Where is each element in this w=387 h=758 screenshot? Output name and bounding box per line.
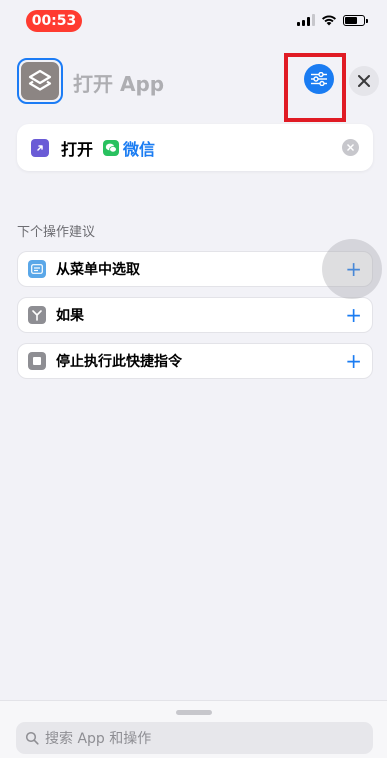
remove-action-button[interactable] xyxy=(342,139,359,156)
wechat-icon xyxy=(103,139,120,156)
action-verb-label: 打开 xyxy=(61,139,94,159)
open-app-icon xyxy=(31,138,49,157)
if-branch-icon xyxy=(28,306,46,324)
actions-search-sheet: 搜索 App 和操作 xyxy=(0,700,387,758)
search-input[interactable]: 搜索 App 和操作 xyxy=(16,722,373,754)
status-bar: 00:53 xyxy=(0,0,387,40)
suggestion-label: 从菜单中选取 xyxy=(56,262,140,278)
sheet-grabber[interactable] xyxy=(176,710,212,715)
add-icon[interactable]: + xyxy=(345,304,362,326)
shortcuts-layers-icon xyxy=(28,69,52,91)
status-icons xyxy=(297,14,368,26)
search-placeholder: 搜索 App 和操作 xyxy=(45,731,152,747)
touch-indicator xyxy=(322,239,382,299)
shortcut-icon[interactable] xyxy=(17,58,63,104)
shortcut-title[interactable]: 打开 App xyxy=(73,68,164,97)
highlight-annotation xyxy=(284,53,346,122)
add-icon[interactable]: + xyxy=(345,350,362,372)
status-time: 00:53 xyxy=(26,10,82,32)
search-icon xyxy=(25,731,39,745)
suggestion-stop-shortcut[interactable]: 停止执行此快捷指令 + xyxy=(17,343,373,379)
menu-list-icon xyxy=(28,260,46,278)
suggestion-label: 如果 xyxy=(56,308,84,324)
suggestion-if[interactable]: 如果 + xyxy=(17,297,373,333)
suggestion-choose-from-menu[interactable]: 从菜单中选取 + xyxy=(17,251,373,287)
stop-icon xyxy=(28,352,46,370)
close-icon xyxy=(358,75,370,87)
cellular-signal-icon xyxy=(297,14,315,26)
battery-icon xyxy=(343,14,368,26)
close-button[interactable] xyxy=(349,66,379,96)
open-app-action-card[interactable]: 打开 微信 xyxy=(17,124,373,171)
close-icon xyxy=(347,144,354,151)
suggestions-header: 下个操作建议 xyxy=(17,225,96,240)
wifi-icon xyxy=(322,15,336,26)
suggestion-label: 停止执行此快捷指令 xyxy=(56,354,182,370)
app-parameter-token[interactable]: 微信 xyxy=(123,136,155,160)
